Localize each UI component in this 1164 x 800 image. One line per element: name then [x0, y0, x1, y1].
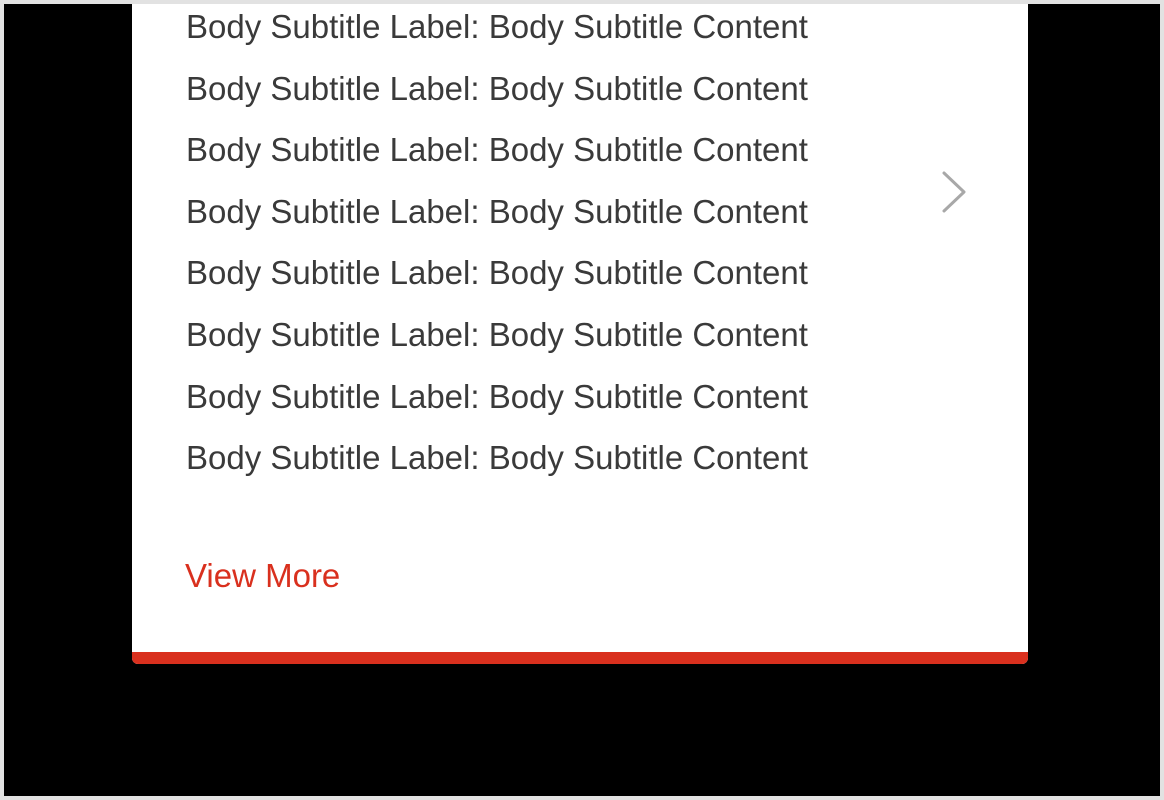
subtitle-content: Body Subtitle Content — [488, 8, 808, 45]
subtitle-label: Body Subtitle Label: — [186, 439, 480, 477]
view-more-link[interactable]: View More — [185, 556, 340, 596]
subtitle-label: Body Subtitle Label: — [186, 192, 480, 230]
subtitle-content: Body Subtitle Content — [488, 254, 808, 292]
accent-bar — [132, 652, 1028, 664]
viewport-frame: Body Subtitle Label: Body Subtitle Conte… — [4, 4, 1160, 796]
detail-card[interactable]: Body Subtitle Label: Body Subtitle Conte… — [132, 4, 1028, 664]
subtitle-list: Body Subtitle Label: Body Subtitle Conte… — [186, 4, 946, 489]
subtitle-label: Body Subtitle Label: — [186, 377, 480, 415]
subtitle-content: Body Subtitle Content — [488, 131, 808, 169]
chevron-stroke — [942, 171, 966, 213]
list-item: Body Subtitle Label: Body Subtitle Conte… — [186, 58, 946, 120]
subtitle-content: Body Subtitle Content — [488, 315, 808, 353]
subtitle-content: Body Subtitle Content — [488, 192, 808, 230]
subtitle-label: Body Subtitle Label: — [186, 254, 480, 292]
list-item: Body Subtitle Label: Body Subtitle Conte… — [186, 242, 946, 304]
list-item: Body Subtitle Label: Body Subtitle Conte… — [186, 4, 946, 58]
list-item: Body Subtitle Label: Body Subtitle Conte… — [186, 366, 946, 428]
list-item: Body Subtitle Label: Body Subtitle Conte… — [186, 119, 946, 181]
subtitle-content: Body Subtitle Content — [488, 69, 808, 107]
subtitle-label: Body Subtitle Label: — [186, 315, 480, 353]
subtitle-content: Body Subtitle Content — [488, 439, 808, 477]
subtitle-label: Body Subtitle Label: — [186, 8, 480, 45]
list-item: Body Subtitle Label: Body Subtitle Conte… — [186, 181, 946, 243]
chevron-right-icon[interactable] — [939, 168, 969, 216]
list-item: Body Subtitle Label: Body Subtitle Conte… — [186, 427, 946, 489]
subtitle-content: Body Subtitle Content — [488, 377, 808, 415]
list-item: Body Subtitle Label: Body Subtitle Conte… — [186, 304, 946, 366]
subtitle-label: Body Subtitle Label: — [186, 131, 480, 169]
subtitle-label: Body Subtitle Label: — [186, 69, 480, 107]
